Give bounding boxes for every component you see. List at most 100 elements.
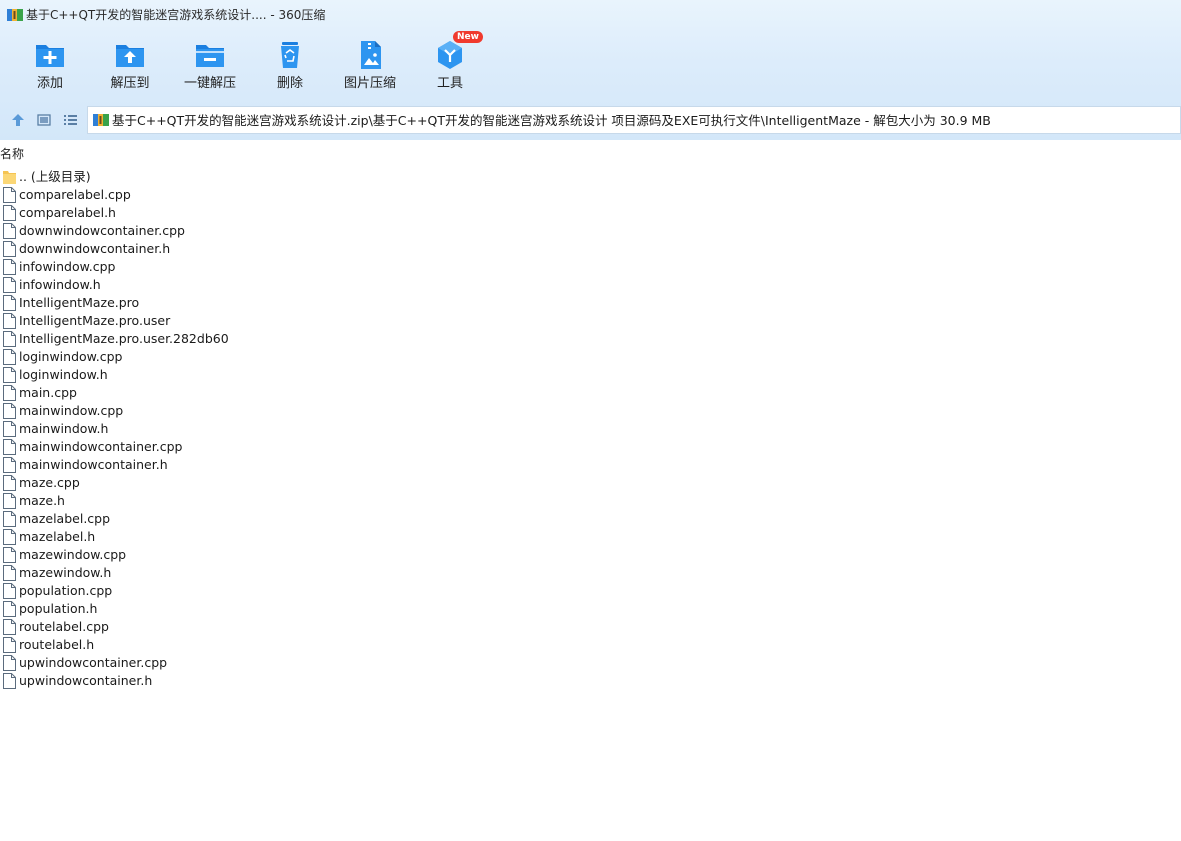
extract-to-button[interactable]: 解压到 [90,34,170,98]
file-icon [3,421,16,437]
file-row[interactable]: infowindow.h [0,276,300,294]
file-icon [3,385,16,401]
file-name: mazelabel.h [19,529,96,544]
extract-to-label: 解压到 [110,76,150,91]
file-name: main.cpp [19,385,77,400]
file-icon [3,601,16,617]
file-name: mazewindow.cpp [19,547,127,562]
file-icon [3,439,16,455]
file-row[interactable]: mainwindowcontainer.cpp [0,438,300,456]
file-row[interactable]: mainwindow.cpp [0,402,300,420]
list-view-icon[interactable] [62,112,78,128]
file-icon [3,331,16,347]
file-name: infowindow.h [19,277,101,292]
up-arrow-icon[interactable] [10,112,26,128]
file-row[interactable]: population.h [0,600,300,618]
file-row[interactable]: infowindow.cpp [0,258,300,276]
delete-button[interactable]: 删除 [250,34,330,98]
file-row[interactable]: IntelligentMaze.pro.user [0,312,300,330]
file-name: downwindowcontainer.h [19,241,171,256]
file-row[interactable]: routelabel.h [0,636,300,654]
file-row[interactable]: mazewindow.h [0,564,300,582]
file-name: loginwindow.cpp [19,349,123,364]
file-list: .. (上级目录) comparelabel.cpp comparelabel.h… [0,168,300,690]
file-row[interactable]: IntelligentMaze.pro [0,294,300,312]
column-header-name[interactable]: 名称 [0,146,24,162]
file-row[interactable]: routelabel.cpp [0,618,300,636]
file-name: population.cpp [19,583,113,598]
file-icon [3,655,16,671]
file-icon [3,313,16,329]
file-row[interactable]: comparelabel.h [0,204,300,222]
parent-directory-row[interactable]: .. (上级目录) [0,168,300,186]
file-row[interactable]: mazelabel.cpp [0,510,300,528]
path-text: 基于C++QT开发的智能迷宫游戏系统设计.zip\基于C++QT开发的智能迷宫游… [112,113,991,128]
file-name: routelabel.cpp [19,619,109,634]
one-click-extract-label: 一键解压 [183,76,236,91]
file-row[interactable]: loginwindow.h [0,366,300,384]
image-compress-button[interactable]: 图片压缩 [330,34,410,98]
file-row[interactable]: maze.h [0,492,300,510]
file-name: loginwindow.h [19,367,108,382]
file-name: upwindowcontainer.h [19,673,153,688]
navigation-bar: 基于C++QT开发的智能迷宫游戏系统设计.zip\基于C++QT开发的智能迷宫游… [0,104,1181,136]
file-name: IntelligentMaze.pro.user.282db60 [19,331,229,346]
file-row[interactable]: downwindowcontainer.cpp [0,222,300,240]
file-name: IntelligentMaze.pro [19,295,140,310]
file-icon [3,511,16,527]
file-row[interactable]: comparelabel.cpp [0,186,300,204]
file-icon [3,475,16,491]
file-name: comparelabel.h [19,205,116,220]
file-icon [3,565,16,581]
file-name: mainwindowcontainer.h [19,457,168,472]
add-button[interactable]: 添加 [10,34,90,98]
file-icon [3,367,16,383]
tools-icon [438,41,462,69]
file-row[interactable]: mazewindow.cpp [0,546,300,564]
file-row[interactable]: upwindowcontainer.h [0,672,300,690]
file-icon [3,529,16,545]
toolbar: 添加 解压到 一键解压 删除 图片压缩 工具 New [0,31,1181,98]
window-title: 基于C++QT开发的智能迷宫游戏系统设计.... - 360压缩 [26,8,326,22]
tools-button[interactable]: 工具 [410,34,490,98]
file-row[interactable]: downwindowcontainer.h [0,240,300,258]
path-bar[interactable]: 基于C++QT开发的智能迷宫游戏系统设计.zip\基于C++QT开发的智能迷宫游… [87,106,1181,134]
file-row[interactable]: loginwindow.cpp [0,348,300,366]
new-badge: New [453,31,483,43]
file-row[interactable]: population.cpp [0,582,300,600]
delete-label: 删除 [276,76,303,91]
add-folder-icon [36,45,64,67]
file-name: mainwindowcontainer.cpp [19,439,183,454]
file-row[interactable]: upwindowcontainer.cpp [0,654,300,672]
file-icon [3,259,16,275]
file-row[interactable]: IntelligentMaze.pro.user.282db60 [0,330,300,348]
file-name: population.h [19,601,98,616]
recycle-icon [281,42,299,68]
thumbnail-view-icon[interactable] [36,112,52,128]
file-row[interactable]: mainwindowcontainer.h [0,456,300,474]
file-icon [3,637,16,653]
file-row[interactable]: mazelabel.h [0,528,300,546]
file-row[interactable]: maze.cpp [0,474,300,492]
file-name: routelabel.h [19,637,95,652]
file-name: comparelabel.cpp [19,187,131,202]
add-label: 添加 [36,76,63,91]
file-icon [3,583,16,599]
one-click-extract-button[interactable]: 一键解压 [170,34,250,98]
tools-label: 工具 [436,76,463,91]
parent-directory-label: .. (上级目录) [19,169,91,184]
folder-icon [3,171,16,184]
file-icon [3,241,16,257]
file-name: maze.h [19,493,65,508]
file-icon [3,403,16,419]
file-icon [3,295,16,311]
file-row[interactable]: mainwindow.h [0,420,300,438]
one-click-extract-icon [196,45,224,67]
archive-icon [93,114,109,126]
file-row[interactable]: main.cpp [0,384,300,402]
file-icon [3,349,16,365]
image-compress-label: 图片压缩 [343,76,396,91]
archive-icon [7,9,23,21]
file-name: maze.cpp [19,475,80,490]
file-icon [3,205,16,221]
